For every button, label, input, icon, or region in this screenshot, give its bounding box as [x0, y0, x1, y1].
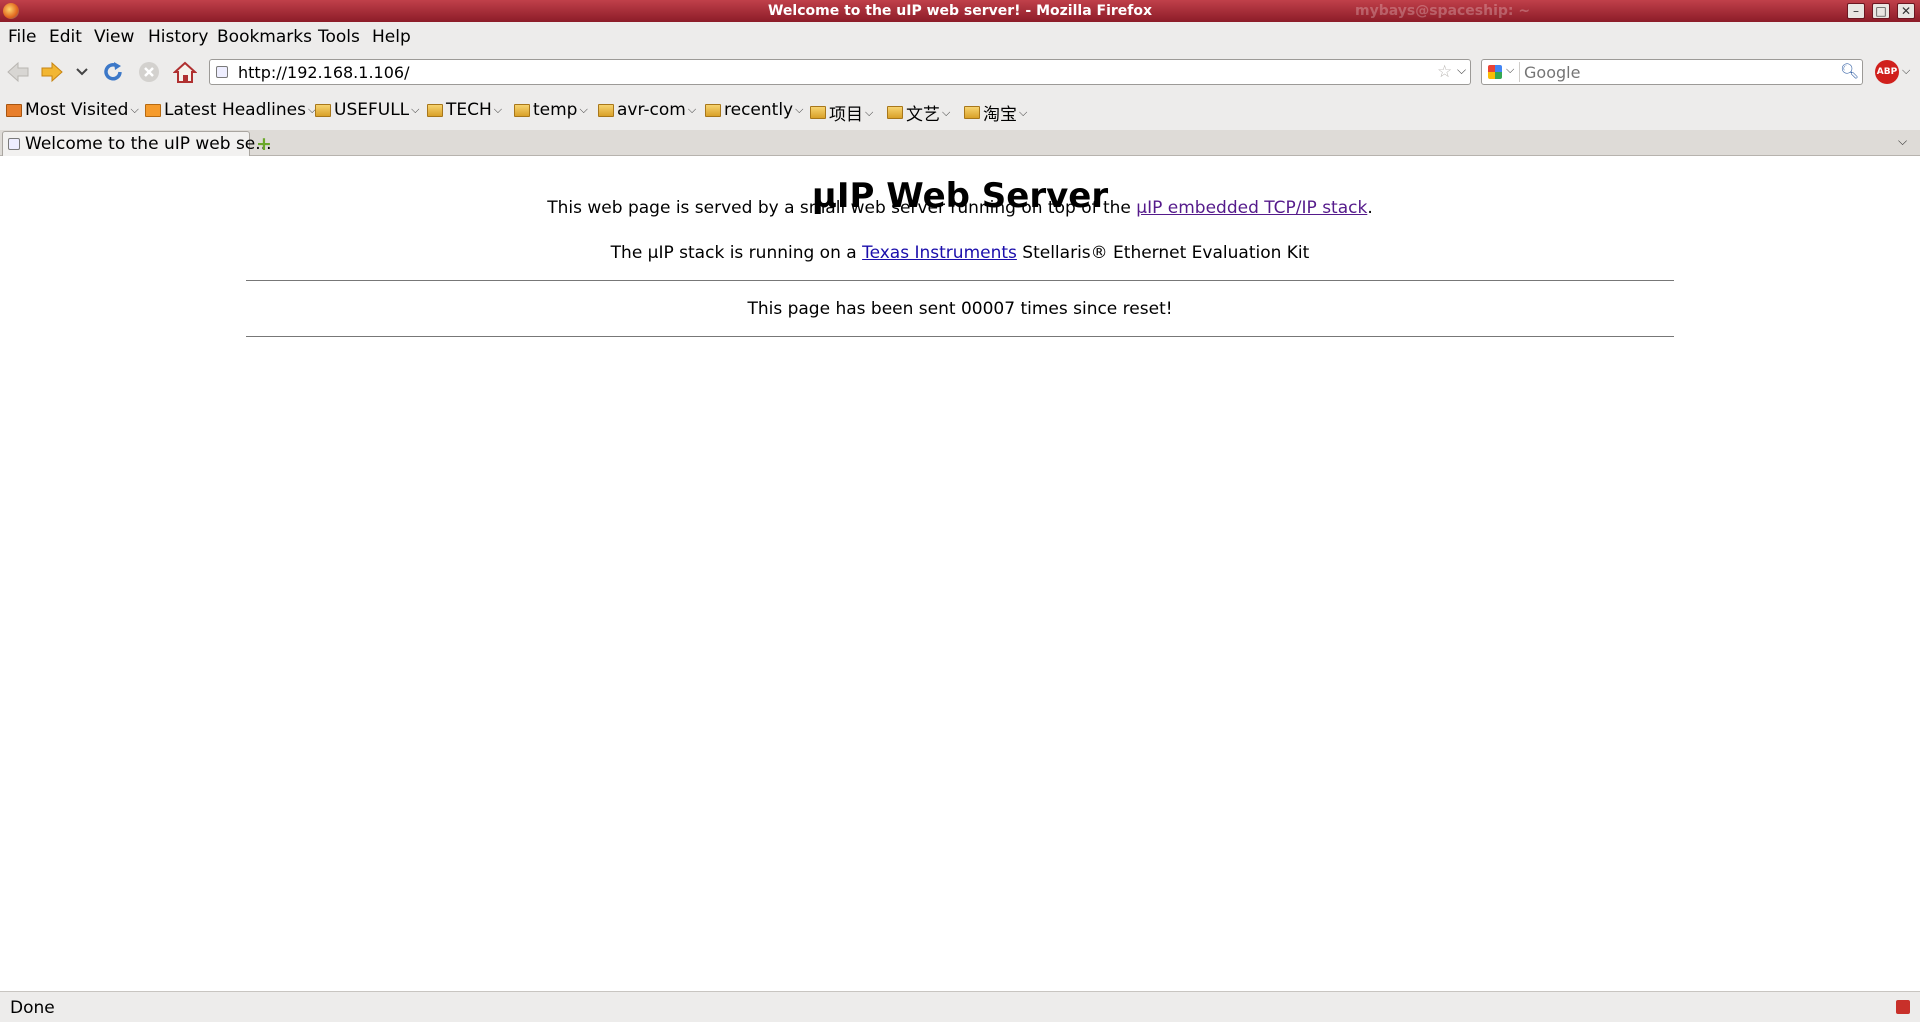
folder-icon: [315, 103, 331, 117]
bookmark-latest-headlines[interactable]: Latest Headlines ⌵: [145, 100, 316, 120]
menu-view[interactable]: View: [94, 27, 134, 47]
url-input[interactable]: [238, 62, 1418, 82]
uip-stack-link[interactable]: µIP embedded TCP/IP stack: [1136, 198, 1367, 218]
site-identity-icon[interactable]: [216, 66, 228, 78]
close-window-button[interactable]: ✕: [1897, 3, 1915, 19]
minimize-button[interactable]: –: [1847, 3, 1865, 19]
new-tab-button[interactable]: +: [256, 133, 272, 155]
search-input[interactable]: [1524, 62, 1824, 82]
rss-feed-icon: [145, 103, 161, 117]
page-content: µIP Web Server This web page is served b…: [0, 156, 1920, 991]
bookmark-folder-arts[interactable]: 文艺 ⌵: [887, 100, 950, 125]
divider: [246, 336, 1674, 337]
search-bar[interactable]: ⌵ 🔍︎: [1481, 59, 1863, 85]
bookmark-folder-taobao[interactable]: 淘宝 ⌵: [964, 100, 1027, 125]
reload-icon: [104, 62, 122, 81]
back-button[interactable]: [5, 59, 31, 85]
history-dropdown-button[interactable]: [72, 59, 92, 85]
bookmark-most-visited[interactable]: Most Visited ⌵: [6, 100, 139, 120]
maximize-button[interactable]: □: [1872, 3, 1890, 19]
search-engine-selector[interactable]: ⌵: [1484, 62, 1520, 82]
forward-arrow-icon: [41, 61, 63, 83]
bookmark-folder-usefull[interactable]: USEFULL ⌵: [315, 100, 419, 120]
chevron-down-icon: ⌵: [493, 103, 503, 116]
chevron-down-icon: ⌵: [130, 103, 139, 116]
page-favicon-icon: [8, 138, 20, 150]
most-visited-icon: [6, 103, 22, 117]
stop-icon: [139, 62, 159, 82]
chevron-down-icon: ⌵: [865, 105, 874, 119]
home-icon: [173, 61, 197, 83]
intro-paragraph: This web page is served by a small web s…: [547, 198, 1373, 218]
folder-icon: [427, 103, 443, 117]
forward-button[interactable]: [39, 59, 65, 85]
menu-tools[interactable]: Tools: [318, 27, 360, 47]
folder-icon: [705, 103, 721, 117]
tab-label: Welcome to the uIP web se...: [25, 134, 272, 154]
chevron-down-icon: ⌵: [795, 103, 804, 116]
stop-button[interactable]: [136, 59, 162, 85]
chevron-down-icon: ⌵: [942, 105, 951, 119]
folder-icon: [810, 106, 826, 119]
tab-active[interactable]: Welcome to the uIP web se...: [2, 131, 271, 156]
status-text: Done: [10, 998, 55, 1018]
menu-bar: File Edit View History Bookmarks Tools H…: [0, 22, 1920, 52]
bookmark-star-icon[interactable]: ☆: [1437, 62, 1452, 82]
folder-icon: [964, 106, 980, 119]
chevron-down-icon: ⌵: [411, 103, 420, 116]
menu-file[interactable]: File: [8, 27, 36, 47]
window-titlebar: mybays@spaceship: ~ Welcome to the uIP w…: [0, 0, 1920, 22]
folder-icon: [887, 106, 903, 119]
chevron-down-icon: ⌵: [1506, 63, 1515, 76]
bookmark-folder-avr-com[interactable]: avr-com ⌵: [598, 100, 696, 120]
platform-paragraph: The µIP stack is running on a Texas Inst…: [610, 243, 1310, 263]
divider: [246, 280, 1674, 281]
status-bar: Done: [0, 991, 1920, 1022]
menu-help[interactable]: Help: [372, 27, 411, 47]
chevron-down-icon: ⌵: [687, 103, 697, 116]
page-counter-text: This page has been sent 00007 times sinc…: [747, 299, 1173, 319]
menu-edit[interactable]: Edit: [49, 27, 82, 47]
bookmark-folder-tech[interactable]: TECH ⌵: [427, 100, 502, 120]
adblock-menu-dropdown-icon[interactable]: ⌵: [1902, 64, 1910, 78]
home-button[interactable]: [172, 59, 198, 85]
tab-list-dropdown-icon[interactable]: ⌵: [1898, 134, 1907, 149]
folder-icon: [598, 103, 614, 117]
bookmark-folder-temp[interactable]: temp ⌵: [514, 100, 588, 120]
menu-bookmarks[interactable]: Bookmarks: [217, 27, 312, 47]
navigation-toolbar: ☆ ⌵ ⌵ 🔍︎ ABP ⌵: [0, 52, 1920, 92]
folder-icon: [514, 103, 530, 117]
adblock-plus-button[interactable]: ABP: [1875, 60, 1899, 84]
url-history-dropdown-icon[interactable]: ⌵: [1457, 63, 1466, 78]
texas-instruments-link[interactable]: Texas Instruments: [862, 243, 1017, 263]
chevron-down-icon: [76, 68, 88, 76]
addon-status-icon[interactable]: [1896, 1000, 1910, 1014]
tab-bar: Welcome to the uIP web se... + ⌵: [0, 130, 1920, 156]
address-bar[interactable]: ☆ ⌵: [209, 59, 1471, 85]
chevron-down-icon: ⌵: [1019, 105, 1028, 119]
bookmark-folder-projects[interactable]: 项目 ⌵: [810, 100, 873, 125]
bookmarks-toolbar: Most Visited ⌵ Latest Headlines ⌵ USEFULL ⌵…: [0, 92, 1920, 130]
chevron-down-icon: ⌵: [579, 103, 588, 116]
reload-button[interactable]: [100, 59, 126, 85]
search-magnifier-icon[interactable]: 🔍︎: [1840, 62, 1859, 80]
bookmark-folder-recently[interactable]: recently ⌵: [705, 100, 803, 120]
window-title: Welcome to the uIP web server! - Mozilla…: [767, 3, 1153, 19]
google-icon: [1488, 65, 1502, 79]
back-arrow-icon: [7, 61, 29, 83]
menu-history[interactable]: History: [148, 27, 208, 47]
